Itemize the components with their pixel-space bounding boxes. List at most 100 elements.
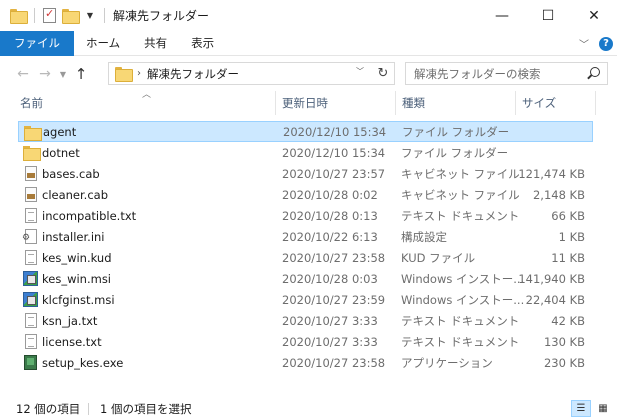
customize-quick-access-icon[interactable]: ▼ <box>84 11 96 20</box>
file-type: ファイル フォルダー <box>401 145 509 160</box>
file-row[interactable]: kes_win.kud 2020/10/27 23:58 KUD ファイル 11 KB <box>18 247 593 268</box>
file-date: 2020/10/28 0:13 <box>282 208 378 223</box>
minimize-button[interactable]: — <box>479 0 525 31</box>
forward-arrow-icon[interactable]: → <box>34 66 56 82</box>
file-name: dotnet <box>42 145 80 160</box>
tab-home[interactable]: ホーム <box>74 31 132 56</box>
file-name: setup_kes.exe <box>42 355 124 370</box>
file-date: 2020/10/28 0:02 <box>282 187 378 202</box>
file-date: 2020/10/27 23:57 <box>282 166 386 181</box>
file-date: 2020/12/10 15:34 <box>282 145 386 160</box>
expand-ribbon-icon[interactable]: ﹀ <box>579 36 589 51</box>
up-arrow-icon[interactable]: ↑ <box>70 65 92 83</box>
file-name: bases.cab <box>42 166 100 181</box>
back-arrow-icon[interactable]: ← <box>12 66 34 82</box>
column-size-label: サイズ <box>522 96 557 110</box>
divider <box>104 8 105 23</box>
cabinet-file-icon <box>25 166 37 181</box>
file-type: キャビネット ファイル <box>401 166 520 181</box>
file-row[interactable]: agent 2020/12/10 15:34 ファイル フォルダー <box>18 121 593 142</box>
file-size: 2,148 KB <box>532 187 585 202</box>
tab-file[interactable]: ファイル <box>0 30 74 56</box>
file-date: 2020/10/28 0:03 <box>282 271 378 286</box>
view-toggle: ☰ ▦ <box>571 400 613 417</box>
title-bar: ▼ 解凍先フォルダー — ☐ ✕ <box>0 0 617 31</box>
file-date: 2020/10/27 23:59 <box>282 292 386 307</box>
file-type: KUD ファイル <box>401 250 476 265</box>
file-name: kes_win.msi <box>42 271 111 286</box>
file-size: 22,404 KB <box>525 292 585 307</box>
file-size: 42 KB <box>551 313 585 328</box>
maximize-button[interactable]: ☐ <box>525 0 571 31</box>
address-bar[interactable]: › 解凍先フォルダー ﹀ <box>108 62 395 85</box>
file-type: Windows インストー... <box>401 292 525 307</box>
quick-access-toolbar: ▼ <box>0 7 107 24</box>
file-row[interactable]: incompatible.txt 2020/10/28 0:13 テキスト ドキュメ… <box>18 205 593 226</box>
item-count: 12 個の項目 <box>16 402 81 416</box>
selected-count: 1 個の項目を選択 <box>100 402 192 416</box>
recent-locations-icon[interactable]: ▼ <box>56 70 70 79</box>
file-row[interactable]: installer.ini 2020/10/22 6:13 構成設定 1 KB <box>18 226 593 247</box>
ribbon-right-controls: ﹀ ? <box>579 31 613 56</box>
close-button[interactable]: ✕ <box>571 0 617 31</box>
file-row[interactable]: dotnet 2020/12/10 15:34 ファイル フォルダー <box>18 142 593 163</box>
file-name: agent <box>43 124 77 139</box>
column-type-label: 種類 <box>402 96 425 110</box>
file-type: キャビネット ファイル <box>401 187 520 202</box>
cabinet-file-icon <box>25 187 37 202</box>
file-size: 230 KB <box>543 355 585 370</box>
breadcrumb-chevron-icon[interactable]: › <box>137 68 141 79</box>
column-date[interactable]: 更新日時 <box>276 91 396 115</box>
details-view-button[interactable]: ☰ <box>571 400 591 417</box>
file-row[interactable]: setup_kes.exe 2020/10/27 23:58 アプリケーション 230… <box>18 352 593 373</box>
windows-installer-icon <box>23 271 38 286</box>
text-document-icon <box>25 208 37 223</box>
divider <box>34 8 35 23</box>
file-type: テキスト ドキュメント <box>401 208 520 223</box>
file-name: klcfginst.msi <box>42 292 115 307</box>
tab-view[interactable]: 表示 <box>179 31 226 56</box>
application-icon <box>24 355 37 370</box>
large-icons-view-button[interactable]: ▦ <box>593 400 613 417</box>
text-document-icon <box>25 334 37 349</box>
search-input[interactable]: 解凍先フォルダーの検索 <box>405 62 608 85</box>
file-type: テキスト ドキュメント <box>401 313 520 328</box>
file-date: 2020/10/27 3:33 <box>282 313 378 328</box>
file-name: cleaner.cab <box>42 187 109 202</box>
properties-icon[interactable] <box>43 7 56 23</box>
file-name: kes_win.kud <box>42 250 112 265</box>
file-row[interactable]: license.txt 2020/10/27 3:33 テキスト ドキュメント 130… <box>18 331 593 352</box>
navigation-bar: ← → ▼ ↑ › 解凍先フォルダー ﹀ ↻ 解凍先フォルダーの検索 <box>0 57 617 91</box>
file-row[interactable]: bases.cab 2020/10/27 23:57 キャビネット ファイル 121,… <box>18 163 593 184</box>
file-size: 66 KB <box>551 208 585 223</box>
file-name: ksn_ja.txt <box>42 313 98 328</box>
address-dropdown-icon[interactable]: ﹀ <box>356 66 364 77</box>
generic-file-icon <box>25 250 37 265</box>
file-date: 2020/10/27 23:58 <box>282 250 386 265</box>
search-placeholder: 解凍先フォルダーの検索 <box>414 66 541 81</box>
text-document-icon <box>25 313 37 328</box>
file-row[interactable]: cleaner.cab 2020/10/28 0:02 キャビネット ファイル 2,1… <box>18 184 593 205</box>
file-size: 11 KB <box>551 250 585 265</box>
refresh-button[interactable]: ↻ <box>372 62 395 85</box>
column-type[interactable]: 種類 <box>396 91 516 115</box>
folder-icon <box>24 125 42 141</box>
column-size[interactable]: サイズ <box>516 91 596 115</box>
file-row[interactable]: kes_win.msi 2020/10/28 0:03 Windows インストー.… <box>18 268 593 289</box>
file-size: 1 KB <box>558 229 585 244</box>
tab-share[interactable]: 共有 <box>132 31 179 56</box>
column-headers: ︿ 名前 更新日時 種類 サイズ <box>0 90 617 115</box>
file-name: installer.ini <box>42 229 105 244</box>
file-size: 121,474 KB <box>518 166 585 181</box>
column-name[interactable]: 名前 <box>14 91 276 115</box>
column-date-label: 更新日時 <box>282 96 328 110</box>
file-row[interactable]: klcfginst.msi 2020/10/27 23:59 Windows インス… <box>18 289 593 310</box>
help-icon[interactable]: ? <box>599 36 613 51</box>
ribbon-tabs: ファイル ホーム 共有 表示 ﹀ ? <box>0 30 617 56</box>
file-row[interactable]: ksn_ja.txt 2020/10/27 3:33 テキスト ドキュメント 42 K… <box>18 310 593 331</box>
search-icon[interactable] <box>590 67 600 77</box>
file-type: テキスト ドキュメント <box>401 334 520 349</box>
file-date: 2020/10/27 3:33 <box>282 334 378 349</box>
new-folder-icon[interactable] <box>62 9 80 24</box>
breadcrumb[interactable]: 解凍先フォルダー <box>147 66 239 82</box>
